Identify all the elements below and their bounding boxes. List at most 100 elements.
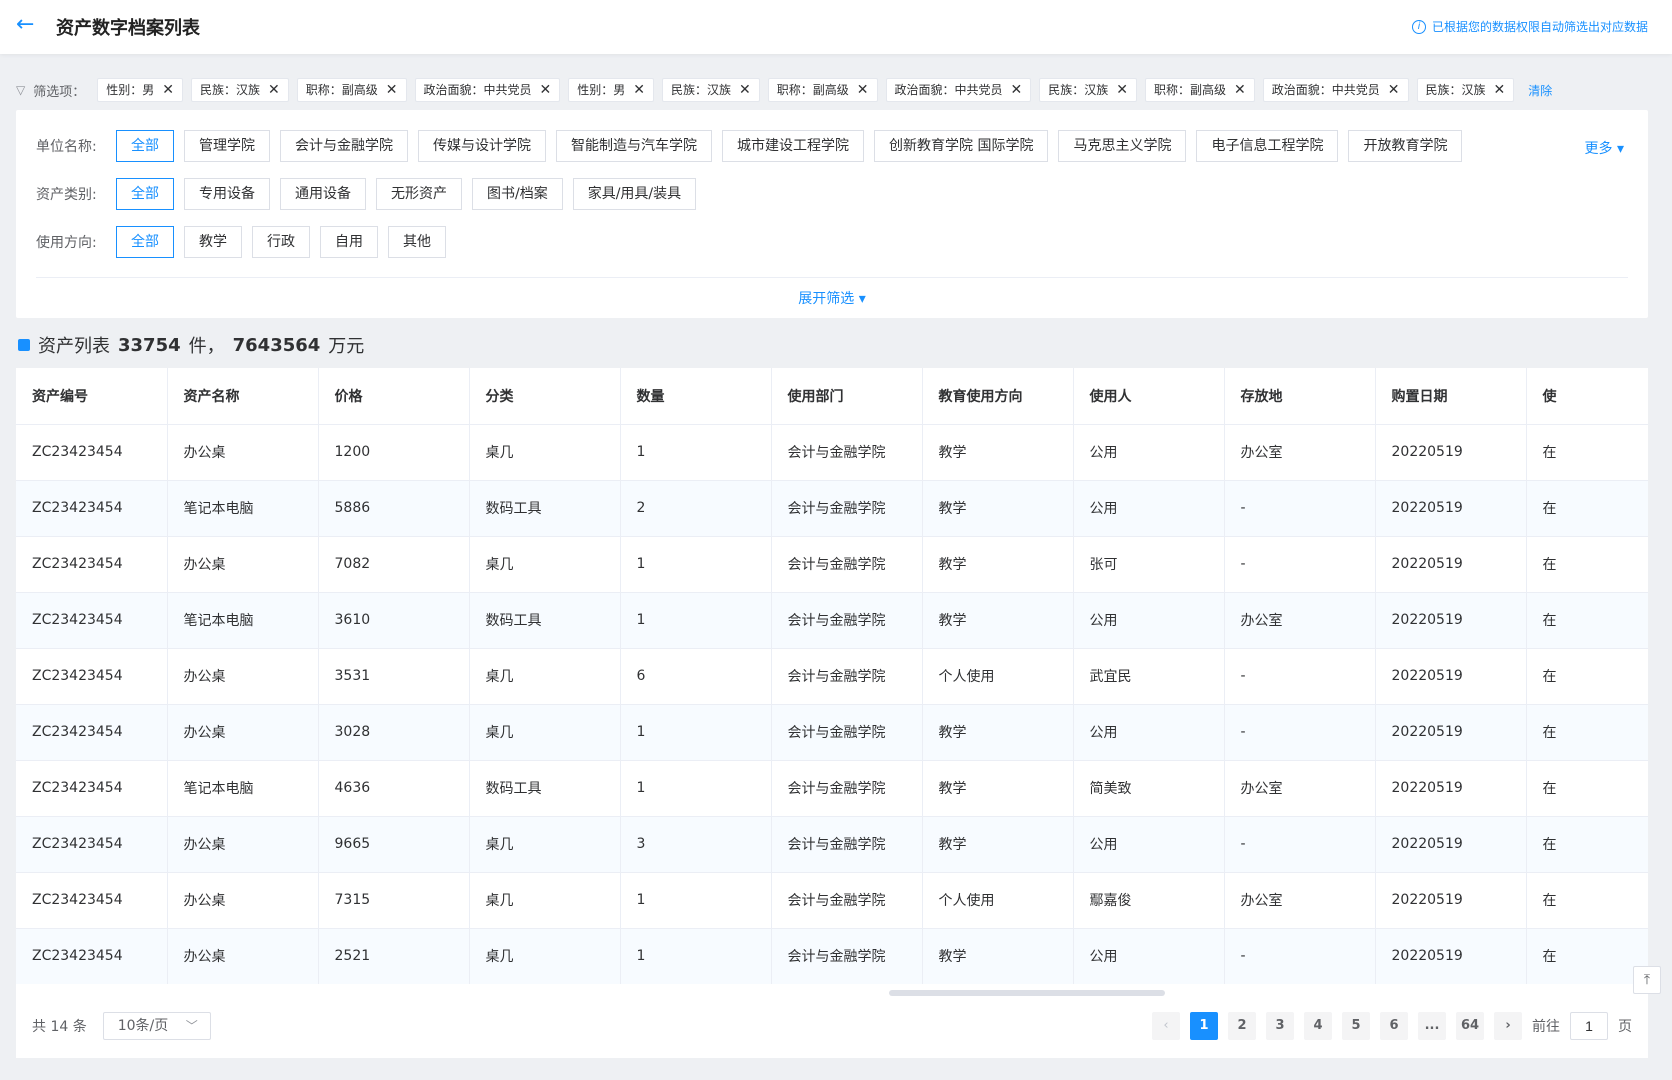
table-cell: 在 — [1526, 536, 1648, 593]
table-cell: ZC23423454 — [16, 872, 168, 929]
total-count: 共 14 条 — [32, 1019, 87, 1035]
table-row[interactable]: ZC23423454 办公桌 9665 桌几 3 会计与金融学院 教学 公用 -20220519… — [16, 816, 1648, 873]
filter-chip: 民族：汉族 ✕ — [662, 78, 760, 102]
more-filters-button[interactable]: 更多 ▾ — [1585, 138, 1624, 158]
page-button[interactable]: 2 — [1228, 1012, 1256, 1040]
close-icon[interactable]: ✕ — [1234, 79, 1246, 101]
close-icon[interactable]: ✕ — [1116, 79, 1128, 101]
filter-option-usage[interactable]: 行政 — [252, 226, 310, 258]
table-cell: 1 — [620, 424, 772, 481]
page-button[interactable]: 64 — [1456, 1012, 1484, 1040]
filter-option-category[interactable]: 通用设备 — [280, 178, 366, 210]
column-header[interactable]: 使 — [1526, 368, 1648, 425]
active-filter-chips: ▽ 筛选项： 性别：男 ✕ 民族：汉族 ✕ 职称：副高级 ✕ 政治面貌：中共党员 ✕ 性别：男 ✕… — [16, 76, 1656, 104]
close-icon[interactable]: ✕ — [162, 79, 174, 101]
page-size-select[interactable]: 10条/页 ﹀ — [102, 1012, 211, 1040]
asset-table-scroll[interactable]: 资产编号 资产名称 价格 分类 数量 使用部门 教育使用方向 使用人 存放地 购置日期使 ZC23… — [16, 368, 1648, 984]
table-cell: 5886 — [318, 480, 470, 537]
filter-option-unit[interactable]: 电子信息工程学院 — [1196, 130, 1339, 162]
horizontal-scrollbar[interactable] — [889, 990, 1165, 996]
table-row[interactable]: ZC23423454 笔记本电脑 3610 数码工具 1 会计与金融学院 教学 公用 办公室 20… — [16, 592, 1648, 649]
page-button[interactable]: 3 — [1266, 1012, 1294, 1040]
table-row[interactable]: ZC23423454 办公桌 7315 桌几 1 会计与金融学院 个人使用 鄢嘉俊 办公室 202… — [16, 872, 1648, 929]
table-cell: 教学 — [922, 760, 1074, 817]
goto-label: 前往 — [1532, 1019, 1560, 1035]
filter-option-category[interactable]: 图书/档案 — [472, 178, 563, 210]
table-cell: 鄢嘉俊 — [1073, 872, 1225, 929]
next-page-button[interactable]: › — [1494, 1012, 1522, 1040]
close-icon[interactable]: ✕ — [540, 79, 552, 101]
column-header[interactable]: 存放地 — [1224, 368, 1376, 425]
close-icon[interactable]: ✕ — [633, 79, 645, 101]
table-cell: 1 — [620, 536, 772, 593]
back-arrow-icon[interactable]: ← — [16, 12, 40, 38]
filter-option-unit[interactable]: 开放教育学院 — [1348, 130, 1463, 162]
close-icon[interactable]: ✕ — [386, 79, 398, 101]
column-header[interactable]: 教育使用方向 — [922, 368, 1074, 425]
close-icon[interactable]: ✕ — [268, 79, 280, 101]
table-cell: 公用 — [1073, 704, 1225, 761]
filter-option-unit[interactable]: 城市建设工程学院 — [722, 130, 864, 162]
table-row[interactable]: ZC23423454 办公桌 3028 桌几 1 会计与金融学院 教学 公用 -20220519… — [16, 704, 1648, 761]
list-icon — [18, 339, 30, 351]
filter-option-category[interactable]: 专用设备 — [184, 178, 270, 210]
close-icon[interactable]: ✕ — [857, 79, 869, 101]
column-header[interactable]: 使用部门 — [771, 368, 923, 425]
filter-option-usage[interactable]: 全部 — [116, 226, 174, 258]
back-to-top-icon[interactable]: ⤒ — [1633, 966, 1661, 994]
filter-option-category[interactable]: 全部 — [116, 178, 174, 210]
column-header[interactable]: 使用人 — [1073, 368, 1225, 425]
clear-filters-link[interactable]: 清除 — [1528, 82, 1552, 99]
table-row[interactable]: ZC23423454 笔记本电脑 5886 数码工具 2 会计与金融学院 教学 公用 -2022… — [16, 480, 1648, 537]
table-row[interactable]: ZC23423454 办公桌 1200 桌几 1 会计与金融学院 教学 公用 办公室 202205… — [16, 424, 1648, 481]
column-header[interactable]: 资产编号 — [16, 368, 168, 425]
filter-option-category[interactable]: 家具/用具/装具 — [572, 178, 697, 210]
column-header[interactable]: 数量 — [620, 368, 772, 425]
filter-option-unit[interactable]: 会计与金融学院 — [280, 130, 408, 162]
filter-row-unit: 单位名称: 全部 管理学院 会计与金融学院 传媒与设计学院 智能制造与汽车学院 城市建设工… — [36, 130, 1463, 162]
filter-option-usage[interactable]: 其他 — [388, 226, 446, 258]
column-header[interactable]: 资产名称 — [167, 368, 319, 425]
page-button[interactable]: 1 — [1190, 1012, 1218, 1040]
table-cell: 教学 — [922, 480, 1074, 537]
table-row[interactable]: ZC23423454 办公桌 2521 桌几 1 会计与金融学院 教学 公用 -20220519… — [16, 928, 1648, 984]
filter-chip-label: 职称：副高级 — [776, 83, 849, 97]
filter-option-unit[interactable]: 管理学院 — [184, 130, 270, 162]
goto-page-input[interactable] — [1570, 1012, 1608, 1040]
filter-option-unit[interactable]: 传媒与设计学院 — [418, 130, 546, 162]
filter-chip-label: 职称：副高级 — [305, 83, 378, 97]
table-row[interactable]: ZC23423454 办公桌 7082 桌几 1 会计与金融学院 教学 张可 -20220519… — [16, 536, 1648, 593]
page-ellipsis[interactable]: ... — [1418, 1012, 1446, 1040]
filter-option-usage[interactable]: 自用 — [320, 226, 378, 258]
table-cell: 教学 — [922, 592, 1074, 649]
close-icon[interactable]: ✕ — [739, 79, 751, 101]
column-header[interactable]: 购置日期 — [1375, 368, 1527, 425]
close-icon[interactable]: ✕ — [1388, 79, 1400, 101]
table-cell: 会计与金融学院 — [771, 480, 923, 537]
close-icon[interactable]: ✕ — [1494, 79, 1506, 101]
page-button[interactable]: 4 — [1304, 1012, 1332, 1040]
filter-option-usage[interactable]: 教学 — [184, 226, 242, 258]
table-cell: 20220519 — [1375, 648, 1527, 705]
filter-chip: 职称：副高级 ✕ — [767, 78, 878, 102]
filter-option-unit[interactable]: 智能制造与汽车学院 — [556, 130, 712, 162]
table-cell: 1 — [620, 872, 772, 929]
page-button[interactable]: 6 — [1380, 1012, 1408, 1040]
table-row[interactable]: ZC23423454 笔记本电脑 4636 数码工具 1 会计与金融学院 教学 简美致 办公室 2… — [16, 760, 1648, 817]
column-header[interactable]: 价格 — [318, 368, 470, 425]
filter-option-unit[interactable]: 全部 — [116, 130, 174, 162]
column-header[interactable]: 分类 — [469, 368, 621, 425]
expand-filters-button[interactable]: 展开筛选 ▾ — [16, 288, 1648, 308]
filter-option-unit[interactable]: 马克思主义学院 — [1058, 130, 1187, 162]
table-cell: 笔记本电脑 — [167, 760, 319, 817]
prev-page-button[interactable]: ‹ — [1152, 1012, 1180, 1040]
close-icon[interactable]: ✕ — [1011, 79, 1023, 101]
table-cell: 2 — [620, 480, 772, 537]
filter-option-unit[interactable]: 创新教育学院 国际学院 — [874, 130, 1049, 162]
page-button[interactable]: 5 — [1342, 1012, 1370, 1040]
filter-chip: 职称：副高级 ✕ — [296, 78, 407, 102]
table-row[interactable]: ZC23423454 办公桌 3531 桌几 6 会计与金融学院 个人使用 武宜民 -20220… — [16, 648, 1648, 705]
table-cell: ZC23423454 — [16, 816, 168, 873]
table-cell: 桌几 — [469, 872, 621, 929]
filter-option-category[interactable]: 无形资产 — [376, 178, 462, 210]
